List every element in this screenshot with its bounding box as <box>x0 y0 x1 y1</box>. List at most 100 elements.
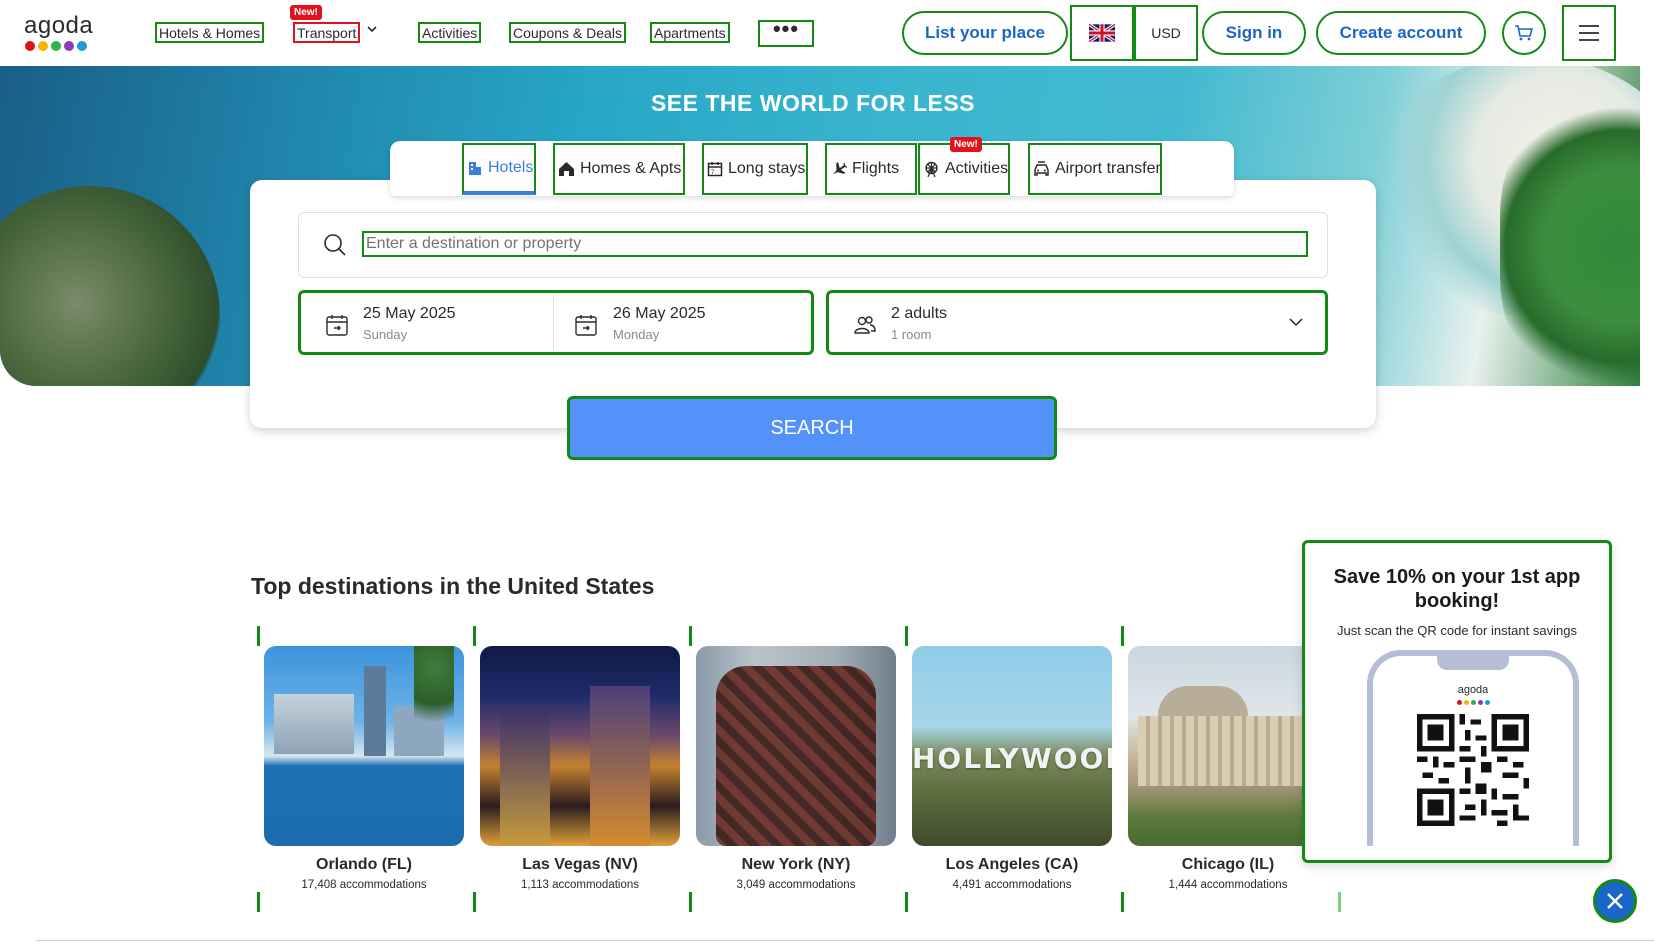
card-marker <box>473 892 476 912</box>
phone-logo: agoda <box>1457 684 1489 696</box>
agoda-home-page: agoda Hotels & Homes Transport New! Acti… <box>0 0 1654 943</box>
date-picker[interactable]: 25 May 2025 Sunday 26 May 2025 Monday <box>298 290 814 355</box>
destination-image[interactable] <box>1128 646 1328 846</box>
destination-image[interactable] <box>264 646 464 846</box>
close-popup-button[interactable] <box>1593 879 1637 923</box>
logo-dot <box>77 41 87 51</box>
nav-activities[interactable]: Activities <box>418 22 482 43</box>
uk-flag-icon <box>1089 24 1115 42</box>
logo-dot <box>1464 700 1469 705</box>
destination-input[interactable] <box>362 231 1308 257</box>
cart-icon <box>1515 25 1534 41</box>
checkout-day: Monday <box>613 327 660 342</box>
hero-island-left <box>0 186 220 386</box>
section-title: Top destinations in the United States <box>251 573 655 599</box>
chevron-down-icon <box>1289 318 1303 327</box>
destination-card-new-york: New York (NY) 3,049 accommodations <box>689 626 899 912</box>
app-promo-popup: Save 10% on your 1st app booking! Just s… <box>1302 540 1612 863</box>
create-account-button[interactable]: Create account <box>1316 11 1486 55</box>
list-your-place-button[interactable]: List your place <box>902 11 1068 55</box>
destination-card-los-angeles: HOLLYWOOD Los Angeles (CA) 4,491 accommo… <box>905 626 1115 912</box>
destination-count: 1,444 accommodations <box>1168 879 1288 891</box>
agoda-logo[interactable]: agoda <box>24 14 104 54</box>
close-icon <box>1607 893 1623 909</box>
card-marker <box>473 626 476 646</box>
checkin-calendar-icon <box>326 315 348 336</box>
rooms-summary: 1 room <box>891 327 932 342</box>
date-divider <box>553 295 554 350</box>
logo-dot <box>38 41 48 51</box>
hollywood-sign-text: HOLLYWOOD <box>912 742 1112 775</box>
destination-image[interactable] <box>696 646 896 846</box>
tab-long-stays[interactable]: 7 Long stays <box>702 143 808 195</box>
popup-subtitle: Just scan the QR code for instant saving… <box>1337 623 1577 638</box>
phone-frame: agoda <box>1367 650 1579 846</box>
destination-name[interactable]: Las Vegas (NV) <box>480 856 680 874</box>
guests-icon <box>854 316 876 334</box>
tab-hotels[interactable]: Hotels <box>462 143 536 195</box>
phone-notch <box>1437 650 1509 670</box>
card-marker <box>1121 892 1124 912</box>
destination-card-orlando: Orlando (FL) 17,408 accommodations <box>257 626 467 912</box>
hero-island-right <box>1500 96 1640 386</box>
hero-title: SEE THE WORLD FOR LESS <box>650 90 976 116</box>
currency-button[interactable]: USD <box>1134 5 1198 61</box>
tab-label: Homes & Apts <box>580 160 682 177</box>
qr-code-icon[interactable] <box>1417 714 1529 826</box>
destination-card-las-vegas: Las Vegas (NV) 1,113 accommodations <box>473 626 683 912</box>
tab-label: Hotels <box>488 159 534 176</box>
occupancy-picker[interactable]: 2 adults 1 room <box>826 290 1328 355</box>
nav-hotels-homes[interactable]: Hotels & Homes <box>155 22 265 43</box>
logo-dot <box>1457 700 1462 705</box>
destination-image[interactable]: HOLLYWOOD <box>912 646 1112 846</box>
destination-count: 3,049 accommodations <box>736 879 856 891</box>
card-marker <box>257 626 260 646</box>
calendar-icon: 7 <box>707 162 723 177</box>
destination-name[interactable]: Chicago (IL) <box>1128 856 1328 874</box>
ferris-wheel-icon <box>925 161 938 177</box>
destination-image[interactable] <box>480 646 680 846</box>
card-marker <box>905 892 908 912</box>
card-marker <box>1121 626 1124 646</box>
nav-coupons-deals[interactable]: Coupons & Deals <box>509 22 626 43</box>
more-menu-button[interactable]: ••• <box>758 18 814 47</box>
guests-summary: 2 adults <box>891 305 948 322</box>
top-header: agoda Hotels & Homes Transport New! Acti… <box>0 0 1654 66</box>
tab-airport-transfer[interactable]: Airport transfer <box>1028 143 1162 195</box>
activities-new-badge: New! <box>950 137 982 152</box>
tab-label: Airport transfer <box>1055 160 1161 177</box>
hotel-icon <box>469 162 481 175</box>
search-button[interactable]: SEARCH <box>567 396 1057 460</box>
language-button[interactable] <box>1070 5 1134 61</box>
logo-dot <box>1478 700 1483 705</box>
section-divider <box>36 940 1654 941</box>
card-marker <box>689 892 692 912</box>
tab-label: Long stays <box>728 160 806 177</box>
popup-title: Save 10% on your 1st app booking! <box>1333 566 1581 612</box>
checkin-day: Sunday <box>363 327 408 342</box>
destination-name[interactable]: Los Angeles (CA) <box>912 856 1112 874</box>
product-tab-bar: Hotels Homes & Apts 7 Long stays Flights… <box>390 137 1234 196</box>
cart-button[interactable] <box>1502 11 1546 55</box>
nav-apartments[interactable]: Apartments <box>650 22 730 43</box>
checkin-date: 25 May 2025 <box>363 305 456 322</box>
car-icon <box>1034 161 1049 176</box>
card-marker <box>689 626 692 646</box>
nav-transport[interactable]: Transport <box>293 22 361 43</box>
tab-homes-apts[interactable]: Homes & Apts <box>553 143 685 195</box>
logo-dot <box>1471 700 1476 705</box>
chevron-down-icon[interactable] <box>366 23 378 38</box>
search-icon <box>324 234 346 256</box>
tab-label: Activities <box>945 160 1009 177</box>
tab-flights[interactable]: Flights <box>825 143 917 195</box>
card-marker <box>257 892 260 912</box>
destination-name[interactable]: Orlando (FL) <box>264 856 464 874</box>
destination-name[interactable]: New York (NY) <box>696 856 896 874</box>
destination-card-chicago: Chicago (IL) 1,444 accommodations <box>1121 626 1331 912</box>
sign-in-button[interactable]: Sign in <box>1202 11 1306 55</box>
hamburger-menu-icon <box>1579 25 1599 41</box>
menu-button[interactable] <box>1562 5 1616 61</box>
card-marker <box>1338 892 1341 912</box>
logo-dot <box>25 41 35 51</box>
logo-dot <box>1485 700 1490 705</box>
